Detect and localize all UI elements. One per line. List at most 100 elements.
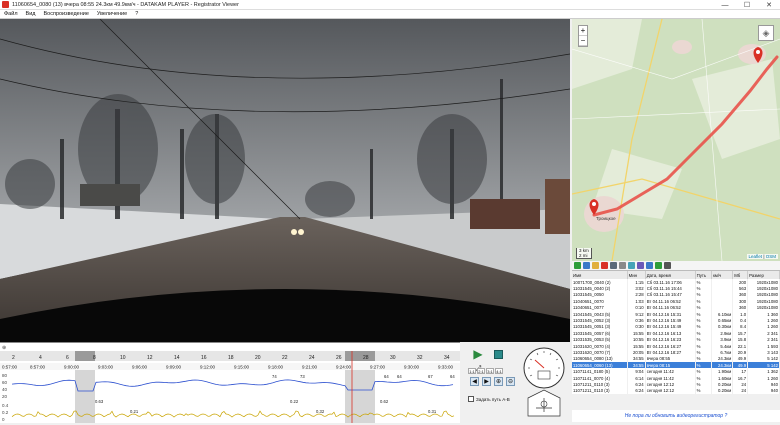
ruler-label: 8: [93, 355, 96, 361]
timeline-time-label: 9:09:00: [166, 365, 182, 370]
ruler-label: 4: [39, 355, 42, 361]
ruler-label: 24: [309, 355, 315, 361]
file-cell: 6:24: [627, 387, 646, 395]
osm-link[interactable]: OSM: [766, 254, 776, 259]
route-map[interactable]: Троицкое + − ◈ 3 km 2 mi Leaflet | OSM: [572, 19, 780, 261]
menu-view[interactable]: Вид: [26, 11, 36, 17]
ruler-label: 16: [201, 355, 207, 361]
timeline-panel[interactable]: 2 4 6 8 10 12 14 16 18 20 22 24 26 28 30 32 34 0:57:00 8:…: [0, 342, 460, 423]
col-min[interactable]: Мин: [627, 271, 646, 279]
window-controls: — ☐ ✕: [714, 0, 780, 10]
menu-playback[interactable]: Воспроизведение: [43, 11, 88, 17]
speed-mark: 64: [384, 374, 389, 379]
timeline-time-label: 9:18:00: [268, 365, 284, 370]
accel-axis-label: 0.4: [2, 403, 9, 408]
folder-icon[interactable]: [592, 262, 599, 269]
delete-icon[interactable]: [601, 262, 608, 269]
accel-axis-label: 0.2: [2, 410, 9, 415]
map-icon[interactable]: [655, 262, 662, 269]
step-forward-button[interactable]: ▶: [482, 377, 491, 386]
timeline-start-time: 0:57:00: [2, 365, 18, 370]
zoom-in-icon[interactable]: ⊕: [494, 377, 503, 386]
ruler-label: 26: [336, 355, 342, 361]
menu-bar: Файл Вид Воспроизведение Увеличение ?: [0, 10, 780, 19]
accel-mark: 0.21: [130, 409, 139, 414]
speed-mark: 74: [272, 374, 277, 379]
zoom-in-button[interactable]: +: [579, 26, 587, 36]
title-bar: 11060654_0080 (13) вчера 08:55 24.3км 49…: [0, 0, 780, 10]
menu-zoom[interactable]: Увеличение: [97, 11, 127, 17]
timeline-time-label: 9:03:00: [98, 365, 114, 370]
update-link[interactable]: Не пора ли обновить видеорегистратор ?: [572, 410, 780, 422]
map-attribution: Leaflet | OSM: [746, 254, 778, 259]
menu-file[interactable]: Файл: [4, 11, 18, 17]
speedometer-gauge: [523, 347, 565, 417]
file-cell: 0.20км: [711, 387, 734, 395]
minimize-icon[interactable]: —: [714, 0, 736, 10]
timeline-time-label: 9:21:00: [302, 365, 318, 370]
file-cell: 940: [747, 387, 780, 395]
filter-icon[interactable]: [637, 262, 644, 269]
ruler-label: 28: [363, 355, 369, 361]
maximize-icon[interactable]: ☐: [736, 0, 758, 10]
video-frame[interactable]: [0, 19, 570, 342]
col-name[interactable]: Имя: [572, 271, 628, 279]
file-row[interactable]: 11071211_0110 (3) 6:24 сегодня 12:12% 0.20к…: [572, 387, 780, 395]
ruler-label: 18: [228, 355, 234, 361]
accel-mark: 0.62: [380, 399, 389, 404]
refresh-icon[interactable]: [583, 262, 590, 269]
town-label: Троицкое: [596, 216, 616, 221]
svg-text:⊕: ⊕: [2, 345, 6, 351]
zoom-3-1[interactable]: 3:1: [486, 368, 494, 374]
ruler-label: 34: [444, 355, 450, 361]
speed-mark: 64: [450, 374, 455, 379]
video-scene: [0, 19, 570, 342]
layers-icon[interactable]: ◈: [758, 25, 774, 41]
zoom-2-1[interactable]: 2:1: [477, 368, 485, 374]
zoom-out-button[interactable]: −: [579, 36, 587, 46]
menu-help[interactable]: ?: [135, 11, 138, 17]
file-toolbar: [572, 261, 780, 271]
timeline-time-label: 9:24:00: [336, 365, 352, 370]
timeline-time-label: 9:00:00: [64, 365, 80, 370]
col-path[interactable]: Путь: [695, 271, 712, 279]
timeline-time-label: 8:57:00: [30, 365, 46, 370]
info-icon[interactable]: [646, 262, 653, 269]
save-icon[interactable]: [610, 262, 617, 269]
add-icon[interactable]: [574, 262, 581, 269]
speed-axis-label: 80: [2, 373, 8, 378]
settings-icon[interactable]: [619, 262, 626, 269]
export-icon[interactable]: [628, 262, 635, 269]
ruler-label: 30: [390, 355, 396, 361]
col-mb[interactable]: Мб: [732, 271, 749, 279]
zoom-4-1[interactable]: 4:1: [495, 368, 503, 374]
window-title: 11060654_0080 (13) вчера 08:55 24.3км 49…: [12, 1, 239, 8]
ruler-label: 32: [417, 355, 423, 361]
timeline-time-label: 9:30:00: [404, 365, 420, 370]
ruler-label: 20: [255, 355, 261, 361]
speed-mark: 64: [397, 374, 402, 379]
timeline-time-label: 9:15:00: [234, 365, 250, 370]
close-icon[interactable]: ✕: [758, 0, 780, 10]
ruler-label: 6: [66, 355, 69, 361]
col-size[interactable]: Размер: [747, 271, 780, 279]
speed-mark: 73: [300, 374, 305, 379]
stop-button[interactable]: [494, 350, 503, 359]
speed-axis-label: 20: [2, 394, 8, 399]
play-button[interactable]: ▶: [472, 347, 484, 361]
ab-checkbox[interactable]: [468, 396, 474, 402]
ruler-label: 14: [174, 355, 180, 361]
leaflet-link[interactable]: Leaflet: [749, 254, 763, 259]
col-datetime[interactable]: Дата, время: [645, 271, 696, 279]
map-scale: 3 km 2 mi: [576, 248, 592, 259]
timeline-graph[interactable]: 2 4 6 8 10 12 14 16 18 20 22 24 26 28 30 32 34 0:57:00 8:…: [0, 343, 460, 423]
print-icon[interactable]: [664, 262, 671, 269]
accel-mark: 0.31: [428, 409, 437, 414]
map-zoom-control: + −: [578, 25, 588, 47]
zoom-1-1[interactable]: 1:1: [468, 368, 476, 374]
accel-mark: 0.32: [316, 409, 325, 414]
step-back-button[interactable]: ◀: [470, 377, 479, 386]
zoom-out-icon[interactable]: ⊖: [506, 377, 515, 386]
timeline-time-label: 9:06:00: [132, 365, 148, 370]
col-speed[interactable]: км/ч: [711, 271, 734, 279]
